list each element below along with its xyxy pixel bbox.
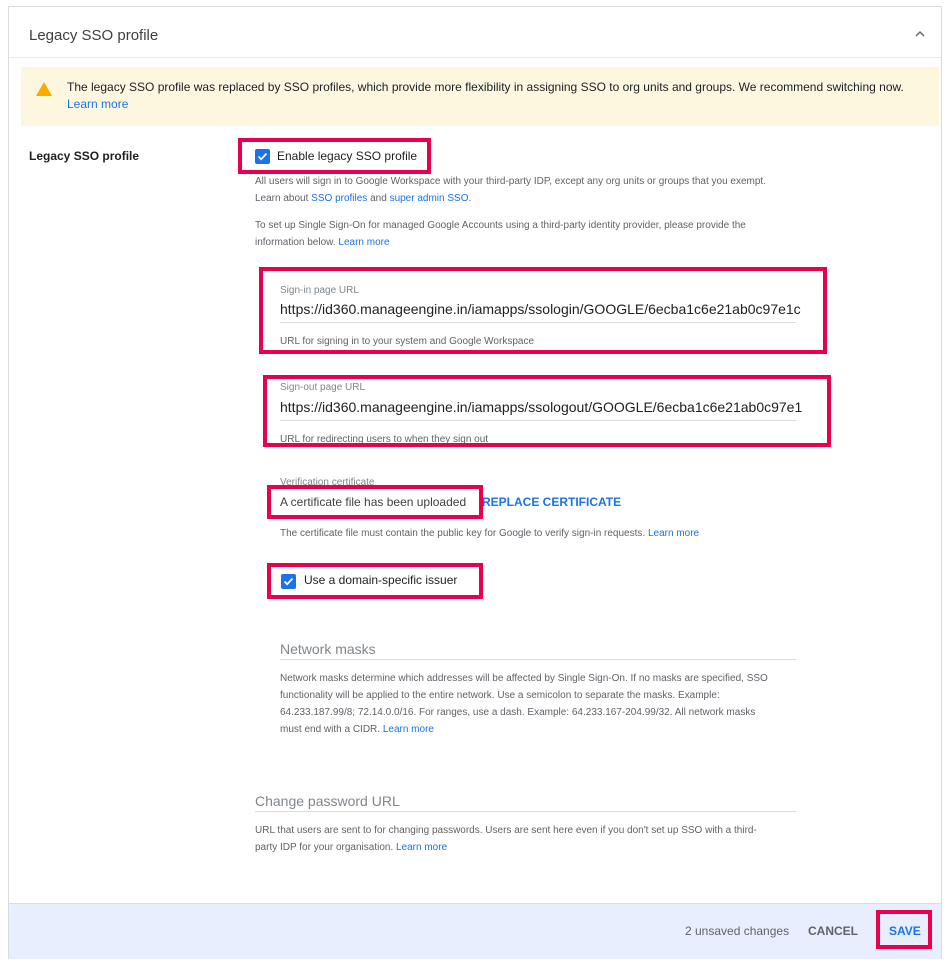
certificate-helper-text: The certificate file must contain the pu… [280,528,646,539]
warning-icon [36,82,52,96]
super-admin-sso-link[interactable]: super admin SSO [390,193,469,204]
highlight-box [263,375,831,447]
change-password-url-input[interactable]: Change password URL [255,793,400,809]
change-password-helper-text: URL that users are sent to for changing … [255,825,757,836]
network-masks-underline [280,659,796,660]
network-masks-helper-text: Network masks determine which addresses … [280,673,768,684]
sso-description-text: Learn about [255,193,309,204]
setup-description-text: information below. [255,237,336,248]
card-header[interactable]: Legacy SSO profile [9,7,941,58]
network-masks-helper-text: functionality will be applied to the ent… [280,690,720,701]
replace-certificate-button[interactable]: REPLACE CERTIFICATE [482,495,621,509]
setup-description: To set up Single Sign-On for managed Goo… [255,217,815,251]
change-password-learn-more-link[interactable]: Learn more [396,842,447,853]
legacy-warning-banner: The legacy SSO profile was replaced by S… [21,67,939,126]
setup-description-text: To set up Single Sign-On for managed Goo… [255,220,746,231]
footer-action-bar: 2 unsaved changes CANCEL SAVE [9,903,941,959]
network-masks-helper-text: 64.233.187.99/8; 72.14.0.0/16. For range… [280,707,756,718]
highlight-box [267,485,483,519]
change-password-helper: URL that users are sent to for changing … [255,822,815,856]
change-password-underline [255,811,796,812]
card-title: Legacy SSO profile [29,27,159,44]
highlight-box [238,138,431,174]
network-masks-input[interactable]: Network masks [280,641,376,657]
certificate-learn-more-link[interactable]: Learn more [648,528,699,539]
setup-learn-more-link[interactable]: Learn more [338,237,389,248]
change-password-helper-text: party IDP for your organisation. [255,842,394,853]
sso-description-text: All users will sign in to Google Workspa… [255,176,766,187]
network-masks-learn-more-link[interactable]: Learn more [383,724,434,735]
sso-description-text: and [370,193,387,204]
network-masks-helper: Network masks determine which addresses … [280,670,820,738]
banner-learn-more-link[interactable]: Learn more [67,97,128,111]
highlight-box [876,910,932,949]
unsaved-changes-text: 2 unsaved changes [685,924,790,938]
highlight-box [267,563,483,599]
chevron-up-icon[interactable] [913,29,927,39]
network-masks-helper-text: must end with a CIDR. [280,724,381,735]
sso-description-text: . [468,193,472,204]
sso-description: All users will sign in to Google Workspa… [255,173,815,207]
legacy-sso-card: Legacy SSO profile The legacy SSO profil… [8,6,942,959]
section-label: Legacy SSO profile [29,149,140,163]
highlight-box [259,267,827,354]
cancel-button[interactable]: CANCEL [808,924,858,938]
banner-text: The legacy SSO profile was replaced by S… [67,80,904,94]
certificate-helper: The certificate file must contain the pu… [280,525,699,542]
sso-profiles-link[interactable]: SSO profiles [311,193,367,204]
